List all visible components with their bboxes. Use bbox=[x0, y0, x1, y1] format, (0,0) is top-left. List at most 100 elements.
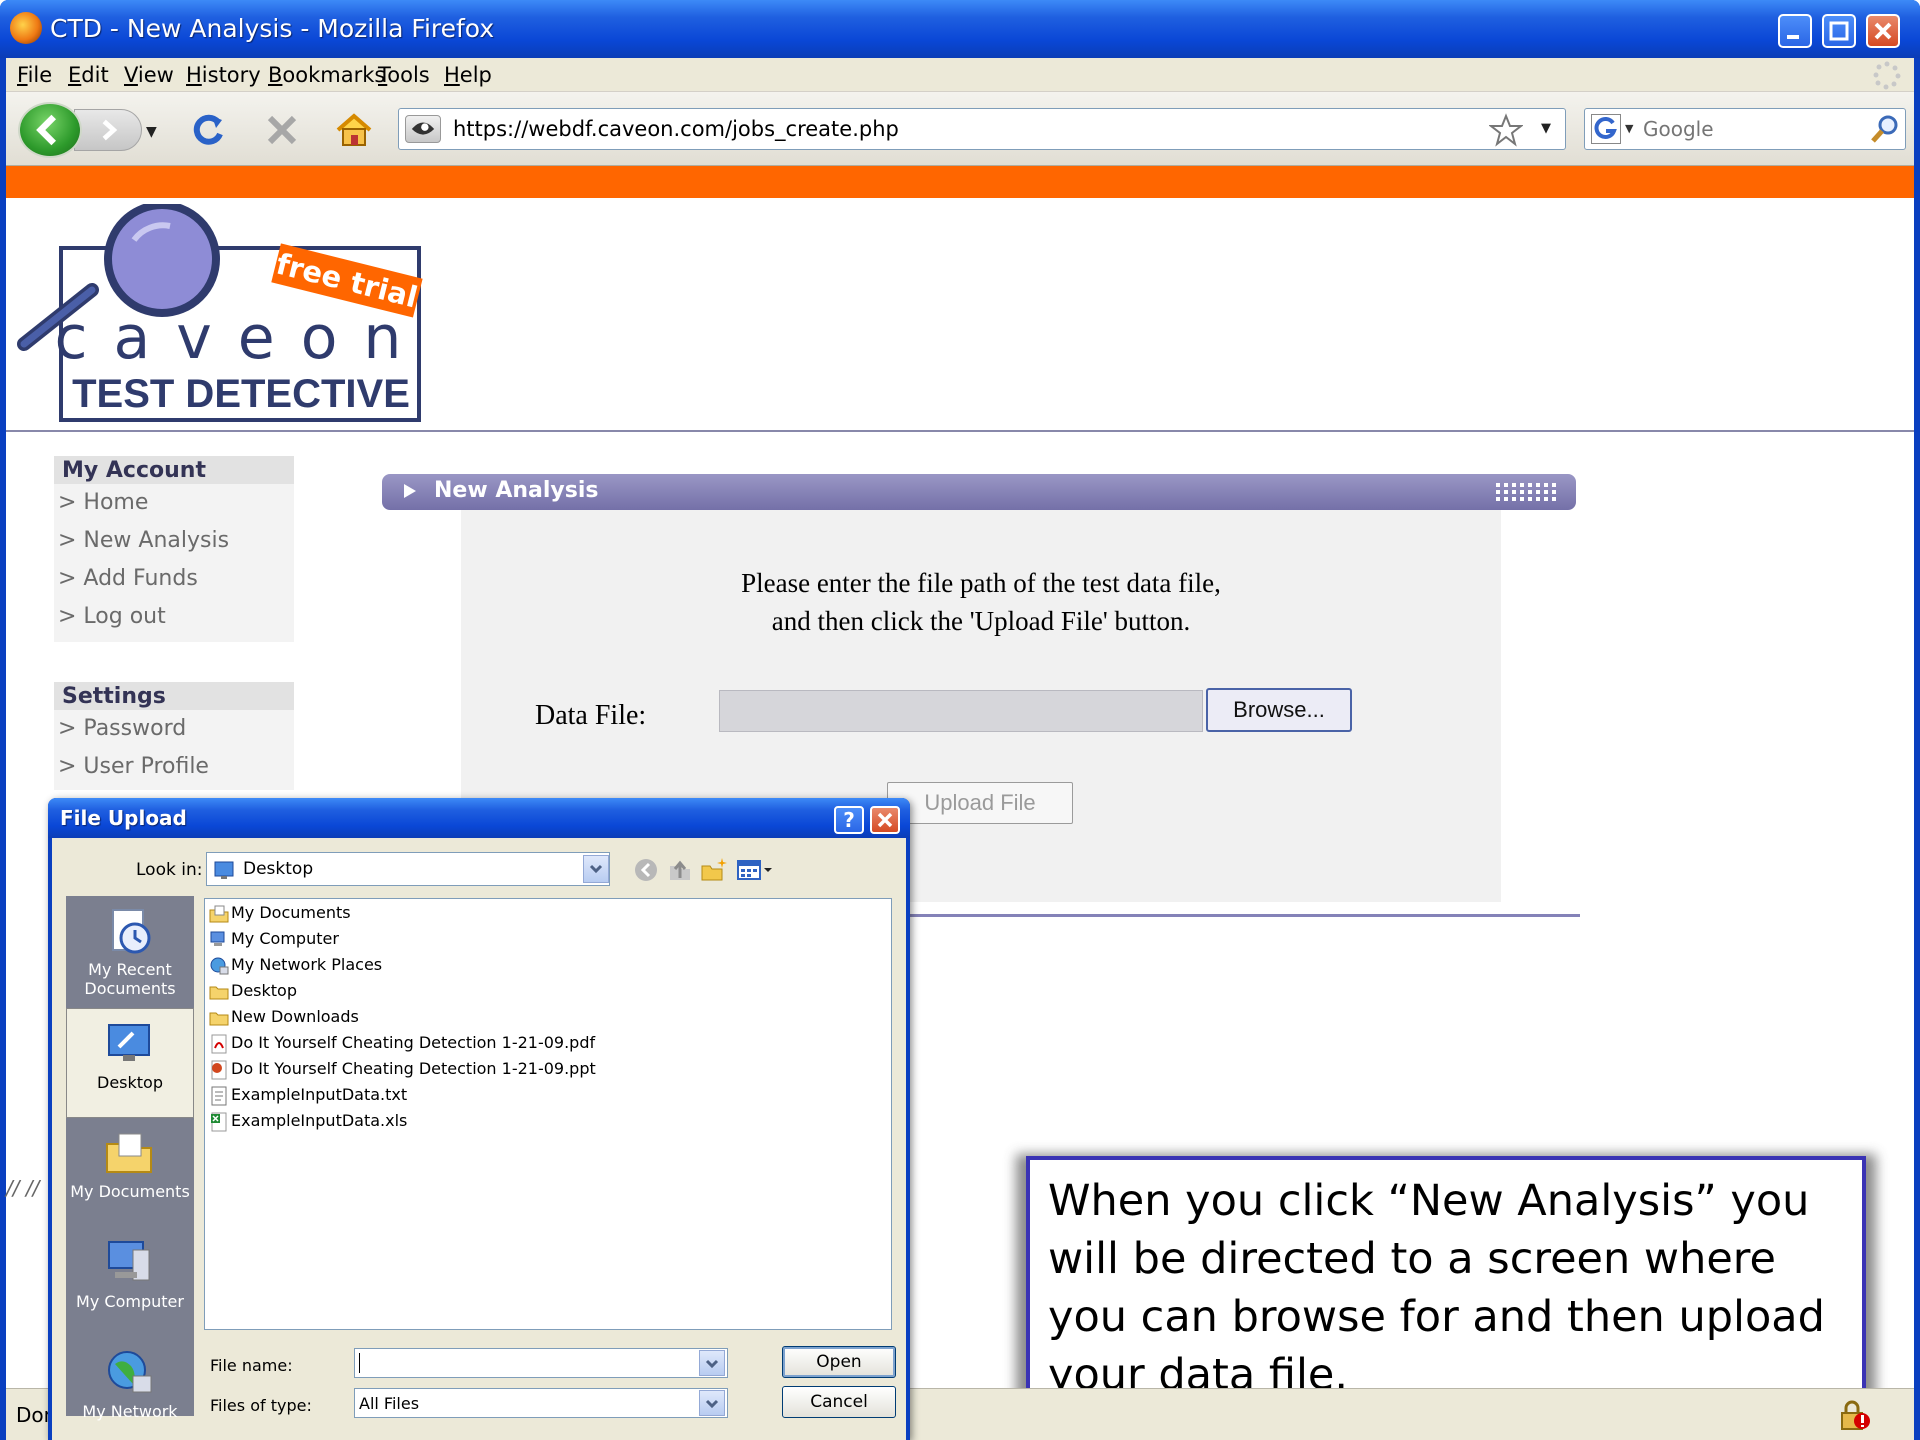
look-in-select[interactable]: Desktop bbox=[206, 852, 610, 886]
my-documents-icon bbox=[209, 905, 229, 922]
dialog-titlebar[interactable]: File Upload ? bbox=[48, 798, 910, 838]
place-my-computer[interactable]: My Computer bbox=[66, 1228, 194, 1338]
back-button[interactable] bbox=[18, 102, 82, 158]
ppt-file-icon bbox=[211, 1060, 227, 1079]
url-bar[interactable]: https://webdf.caveon.com/jobs_create.php… bbox=[398, 108, 1566, 150]
throbber-icon bbox=[1873, 61, 1901, 90]
my-computer-icon bbox=[210, 931, 225, 946]
dialog-close-button[interactable] bbox=[870, 806, 900, 834]
my-computer-icon bbox=[108, 1241, 150, 1281]
instructions-line-1: Please enter the file path of the test d… bbox=[741, 568, 1221, 598]
chevron-down-icon bbox=[589, 864, 603, 874]
file-item[interactable]: ExampleInputData.xls bbox=[209, 1111, 407, 1135]
dialog-help-button[interactable]: ? bbox=[834, 806, 864, 834]
data-file-input[interactable] bbox=[719, 690, 1203, 732]
menu-file[interactable]: File bbox=[17, 63, 52, 87]
sidebar-link-home[interactable]: > Home bbox=[54, 484, 294, 522]
sidebar-link-user-profile[interactable]: > User Profile bbox=[54, 748, 294, 786]
page-text-fragment: // // bbox=[6, 1176, 40, 1200]
place-my-documents[interactable]: My Documents bbox=[66, 1118, 194, 1228]
close-window-button[interactable] bbox=[1866, 14, 1900, 48]
sidebar-link-password[interactable]: > Password bbox=[54, 710, 294, 748]
upload-file-button[interactable]: Upload File bbox=[887, 782, 1073, 824]
up-folder-icon[interactable] bbox=[666, 856, 694, 884]
network-icon bbox=[108, 1351, 152, 1393]
place-desktop[interactable]: Desktop bbox=[66, 1008, 194, 1118]
file-item[interactable]: Do It Yourself Cheating Detection 1-21-0… bbox=[209, 1033, 595, 1057]
file-name-input[interactable] bbox=[354, 1348, 728, 1378]
browse-button[interactable]: Browse... bbox=[1206, 688, 1352, 732]
caveon-logo[interactable]: free trial caveon TEST DETECTIVE bbox=[10, 201, 430, 424]
menu-bookmarks[interactable]: Bookmarks bbox=[268, 63, 385, 87]
file-item[interactable]: Desktop bbox=[209, 981, 297, 1005]
home-icon[interactable] bbox=[334, 110, 374, 150]
sidebar-link-add-funds[interactable]: > Add Funds bbox=[54, 560, 294, 598]
back-icon[interactable] bbox=[632, 856, 660, 884]
folder-icon bbox=[209, 986, 229, 999]
place-label: My Documents bbox=[70, 1182, 190, 1201]
grip-icon[interactable] bbox=[1494, 481, 1562, 503]
site-identity-icon[interactable] bbox=[405, 115, 441, 143]
sidebar-account-heading: My Account bbox=[54, 456, 294, 484]
file-item[interactable]: My Network Places bbox=[209, 955, 382, 979]
maximize-button[interactable] bbox=[1822, 14, 1856, 48]
place-label: My Recent Documents bbox=[84, 960, 176, 998]
file-item[interactable]: My Computer bbox=[209, 929, 339, 953]
file-type-dropdown-button[interactable] bbox=[699, 1390, 725, 1416]
menu-view[interactable]: View bbox=[124, 63, 174, 87]
reload-icon[interactable] bbox=[188, 110, 228, 150]
sidebar-link-new-analysis[interactable]: > New Analysis bbox=[54, 522, 294, 560]
pdf-file-icon bbox=[211, 1034, 227, 1053]
look-in-label: Look in: bbox=[136, 860, 203, 880]
minimize-button[interactable] bbox=[1778, 14, 1812, 48]
menu-tools[interactable]: Tools bbox=[378, 63, 430, 87]
history-dropdown-icon[interactable]: ▼ bbox=[146, 124, 157, 140]
view-menu-icon[interactable] bbox=[736, 856, 776, 884]
search-engine-selector[interactable] bbox=[1591, 114, 1621, 144]
network-places-icon bbox=[210, 957, 229, 974]
place-label: My Computer bbox=[76, 1292, 184, 1311]
menu-edit[interactable]: Edit bbox=[68, 63, 109, 87]
search-input[interactable] bbox=[1643, 117, 1843, 141]
search-engine-dropdown-icon[interactable]: ▼ bbox=[1625, 122, 1633, 135]
open-button[interactable]: Open bbox=[782, 1346, 896, 1378]
menu-help[interactable]: Help bbox=[444, 63, 492, 87]
back-arrow-icon bbox=[36, 114, 57, 146]
my-documents-icon bbox=[106, 1133, 152, 1173]
look-in-dropdown-button[interactable] bbox=[583, 855, 609, 883]
url-dropdown-icon[interactable]: ▼ bbox=[1541, 121, 1551, 136]
file-type-select[interactable]: All Files bbox=[354, 1388, 728, 1418]
cancel-button[interactable]: Cancel bbox=[782, 1386, 896, 1418]
sidebar-account-panel: My Account > Home > New Analysis > Add F… bbox=[54, 456, 294, 642]
file-name-dropdown-button[interactable] bbox=[699, 1350, 725, 1376]
collapse-arrow-icon[interactable] bbox=[404, 484, 416, 498]
sidebar-link-log-out[interactable]: > Log out bbox=[54, 598, 294, 636]
window-titlebar[interactable]: CTD - New Analysis - Mozilla Firefox bbox=[0, 0, 1920, 58]
orange-header-band bbox=[6, 166, 1914, 198]
stop-icon[interactable] bbox=[262, 110, 302, 150]
url-text: https://webdf.caveon.com/jobs_create.php bbox=[453, 117, 899, 141]
close-icon bbox=[877, 812, 893, 828]
new-analysis-header[interactable]: New Analysis bbox=[382, 474, 1576, 510]
file-list: My Documents My Computer My Network Plac… bbox=[204, 898, 892, 1330]
close-icon bbox=[1874, 22, 1892, 40]
bookmark-star-icon[interactable] bbox=[1489, 113, 1523, 147]
forward-button[interactable] bbox=[74, 109, 142, 151]
menu-bar: File Edit View History Bookmarks Tools H… bbox=[6, 58, 1914, 92]
chevron-down-icon bbox=[705, 1399, 719, 1409]
places-bar: My Recent Documents Desktop My Documents… bbox=[66, 896, 194, 1421]
place-my-network[interactable]: My Network bbox=[66, 1338, 194, 1440]
file-item[interactable]: My Documents bbox=[209, 903, 351, 927]
file-item[interactable]: ExampleInputData.txt bbox=[209, 1085, 407, 1109]
new-folder-icon[interactable] bbox=[700, 856, 728, 884]
search-icon[interactable] bbox=[1869, 113, 1901, 145]
menu-history[interactable]: History bbox=[186, 63, 261, 87]
instructions-line-2: and then click the 'Upload File' button. bbox=[771, 606, 1191, 636]
file-item[interactable]: New Downloads bbox=[209, 1007, 359, 1031]
security-warning-icon[interactable] bbox=[1838, 1399, 1872, 1431]
file-item[interactable]: Do It Yourself Cheating Detection 1-21-0… bbox=[209, 1059, 596, 1083]
desktop-icon bbox=[214, 861, 234, 879]
place-recent-documents[interactable]: My Recent Documents bbox=[66, 896, 194, 1006]
firefox-icon bbox=[10, 12, 42, 44]
search-bar[interactable]: ▼ bbox=[1584, 108, 1906, 150]
